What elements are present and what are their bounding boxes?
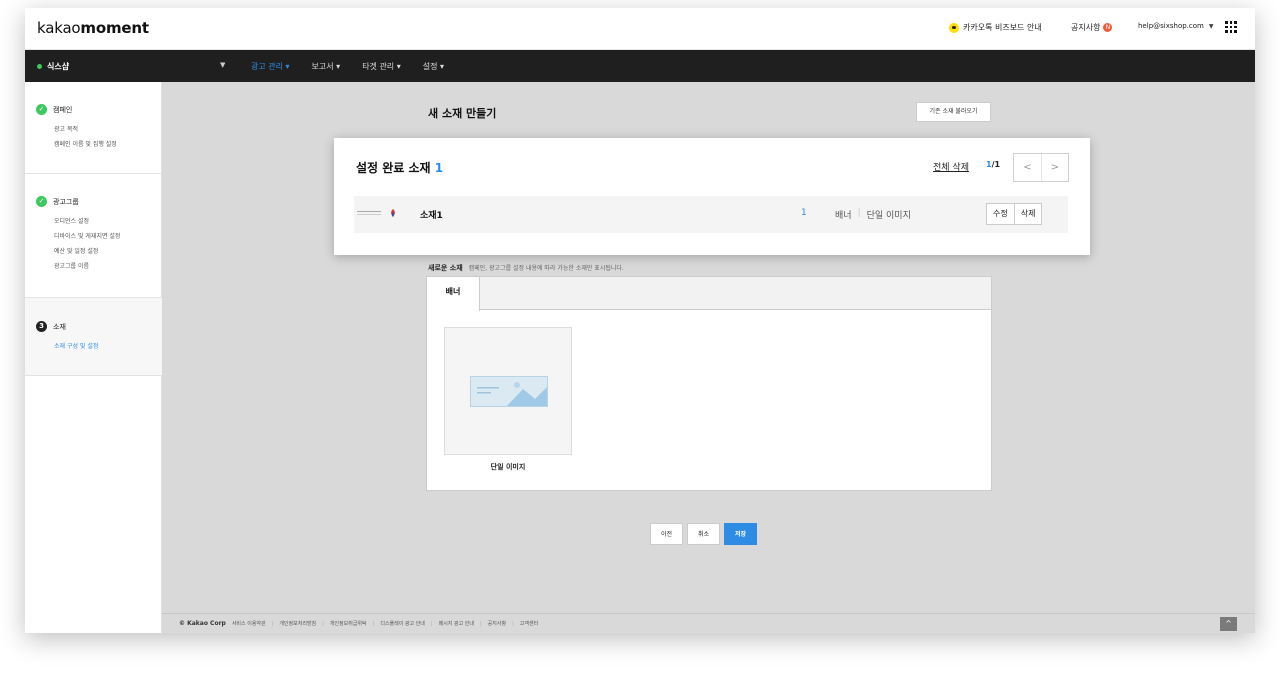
account-menu[interactable]: help@sixshop.com ▼ <box>1138 22 1213 30</box>
new-badge: N <box>1103 23 1113 32</box>
divider: | <box>271 620 274 627</box>
app-window: kakaomoment 카카오톡 비즈보드 안내 공지사항 N help@six… <box>25 8 1255 633</box>
sidebar-sub-campaign-name[interactable]: 캠페인 이름 및 집행 설정 <box>54 139 117 148</box>
creative-name: 소재1 <box>420 211 443 221</box>
new-creative-title: 새로운 소재 <box>428 264 463 272</box>
page-footer: © Kakao Corp 서비스 이용약관 | 개인정보처리방침 | 개인정보취… <box>162 613 1255 633</box>
kakaotalk-icon <box>949 22 959 33</box>
status-dot-icon <box>37 64 42 69</box>
page-indicator: 1/1 <box>986 160 1000 169</box>
creative-type: 배너 | 단일 이미지 <box>835 208 911 221</box>
form-actions: 이전 취소 저장 <box>650 523 757 545</box>
top-header: kakaomoment 카카오톡 비즈보드 안내 공지사항 N help@six… <box>25 8 1255 50</box>
bizboard-guide-link[interactable]: 카카오톡 비즈보드 안내 <box>949 22 1042 33</box>
single-image-card[interactable] <box>444 327 572 455</box>
notice-link[interactable]: 공지사항 N <box>1071 22 1113 33</box>
divider: | <box>857 208 861 218</box>
chevron-right-icon[interactable]: > <box>1041 154 1068 181</box>
divider: | <box>372 620 375 627</box>
nav-target-management[interactable]: 타겟 관리 ▾ <box>362 61 401 72</box>
tab-banner[interactable]: 배너 <box>427 277 480 311</box>
apps-grid-icon[interactable] <box>1225 21 1237 33</box>
sidebar-sub-audience[interactable]: 오디언스 설정 <box>54 216 89 225</box>
sidebar-section-campaign: ✓ 캠페인 광고 목적 캠페인 이름 및 집행 설정 <box>25 82 162 174</box>
footer-link-notice[interactable]: 공지사항 <box>488 620 506 627</box>
delete-button[interactable]: 삭제 <box>1014 203 1043 225</box>
copyright: © Kakao Corp <box>179 620 226 627</box>
sidebar-sub-adgroup-name[interactable]: 광고그룹 이름 <box>54 261 89 270</box>
completed-creatives-panel: 설정 완료 소재 1 전체 삭제 1/1 < > 소재1 1 배너 | 단일 이… <box>334 138 1090 255</box>
save-button[interactable]: 저장 <box>724 523 757 545</box>
sidebar-sub-creative-settings[interactable]: 소재 구성 및 설정 <box>54 341 98 350</box>
footer-link-display-ad[interactable]: 디스플레이 광고 안내 <box>380 620 425 627</box>
delete-all-link[interactable]: 전체 삭제 <box>933 160 969 173</box>
scroll-top-button[interactable]: ^ <box>1220 617 1237 631</box>
new-creative-label: 새로운 소재 캠페인, 광고그룹 설정 내용에 따라 가능한 소재만 표시됩니다… <box>428 263 624 273</box>
step-number-icon: 3 <box>36 321 47 332</box>
page-total: /1 <box>991 160 1001 169</box>
divider: | <box>430 620 433 627</box>
sidebar-section-adgroup: ✓ 광고그룹 오디언스 설정 디바이스 및 게재지면 설정 예산 및 일정 설정… <box>25 174 162 298</box>
creative-type-label: 배너 <box>835 211 852 221</box>
load-existing-creative-button[interactable]: 기존 소재 불러오기 <box>916 102 991 122</box>
divider: | <box>479 620 482 627</box>
bizboard-guide-label: 카카오톡 비즈보드 안내 <box>963 23 1042 32</box>
sidebar-item-label: 광고그룹 <box>53 197 79 206</box>
creative-thumbnail <box>357 211 381 215</box>
footer-link-message-ad[interactable]: 메시지 광고 안내 <box>439 620 474 627</box>
sidebar-section-creative: 3 소재 소재 구성 및 설정 <box>25 298 162 376</box>
ad-account-name: 식스샵 <box>47 62 70 71</box>
chevron-down-icon[interactable]: ▼ <box>220 61 225 69</box>
chevron-down-icon: ▼ <box>1208 22 1214 30</box>
ad-account-selector[interactable]: 식스샵 <box>37 61 69 72</box>
divider: | <box>322 620 324 627</box>
check-icon: ✓ <box>36 104 47 115</box>
creative-type-panel: 배너 단일 이미지 <box>426 276 992 491</box>
edit-button[interactable]: 수정 <box>986 203 1015 225</box>
banner-image-icon <box>470 376 548 407</box>
completed-title-text: 설정 완료 소재 <box>356 161 431 175</box>
sidebar-item-label: 캠페인 <box>53 105 73 114</box>
creative-count: 1 <box>801 208 807 218</box>
check-icon: ✓ <box>36 196 47 207</box>
sidebar-item-campaign[interactable]: ✓ 캠페인 <box>36 104 72 115</box>
creative-thumb-icon <box>391 209 395 217</box>
nav-ad-management[interactable]: 광고 관리 ▾ <box>251 61 290 72</box>
sidebar-sub-ad-purpose[interactable]: 광고 목적 <box>54 124 78 133</box>
nav-settings[interactable]: 설정 ▾ <box>423 61 444 72</box>
logo-regular: kakao <box>37 19 81 37</box>
sidebar-item-creative[interactable]: 3 소재 <box>36 321 66 332</box>
main-nav: 식스샵 ▼ 광고 관리 ▾ 보고서 ▾ 타겟 관리 ▾ 설정 ▾ <box>25 50 1255 82</box>
cancel-button[interactable]: 취소 <box>687 523 720 545</box>
creative-row-actions: 수정 삭제 <box>986 203 1043 225</box>
footer-link-privacy-outsourcing[interactable]: 개인정보취급위탁 <box>330 620 367 627</box>
completed-creatives-title: 설정 완료 소재 1 <box>356 159 443 176</box>
single-image-label: 단일 이미지 <box>490 463 526 471</box>
page-title: 새 소재 만들기 <box>428 107 497 120</box>
sidebar-sub-device[interactable]: 디바이스 및 게재지면 설정 <box>54 231 120 240</box>
footer-link-privacy[interactable]: 개인정보처리방침 <box>279 620 316 627</box>
sidebar-item-adgroup[interactable]: ✓ 광고그룹 <box>36 196 79 207</box>
footer-link-terms[interactable]: 서비스 이용약관 <box>232 620 266 627</box>
logo-bold: moment <box>80 19 149 37</box>
notice-label: 공지사항 <box>1071 23 1101 32</box>
completed-count: 1 <box>434 161 444 175</box>
kakaomoment-logo[interactable]: kakaomoment <box>37 19 149 37</box>
divider: | <box>512 620 514 627</box>
nav-reports[interactable]: 보고서 ▾ <box>312 61 341 72</box>
step-sidebar: ✓ 캠페인 광고 목적 캠페인 이름 및 집행 설정 ✓ 광고그룹 오디언스 설… <box>25 82 162 633</box>
chevron-left-icon[interactable]: < <box>1014 154 1041 181</box>
sidebar-sub-budget[interactable]: 예산 및 일정 설정 <box>54 246 98 255</box>
footer-link-support[interactable]: 고객센터 <box>520 620 538 627</box>
sidebar-item-label: 소재 <box>53 322 66 331</box>
previous-button[interactable]: 이전 <box>650 523 683 545</box>
account-email: help@sixshop.com <box>1138 22 1204 30</box>
pagination-buttons: < > <box>1013 153 1069 182</box>
tab-strip: 배너 <box>427 277 991 311</box>
new-creative-hint: 캠페인, 광고그룹 설정 내용에 따라 가능한 소재만 표시됩니다. <box>468 265 624 272</box>
creative-format-label: 단일 이미지 <box>866 211 911 221</box>
creative-row: 소재1 1 배너 | 단일 이미지 수정 삭제 <box>354 196 1068 233</box>
